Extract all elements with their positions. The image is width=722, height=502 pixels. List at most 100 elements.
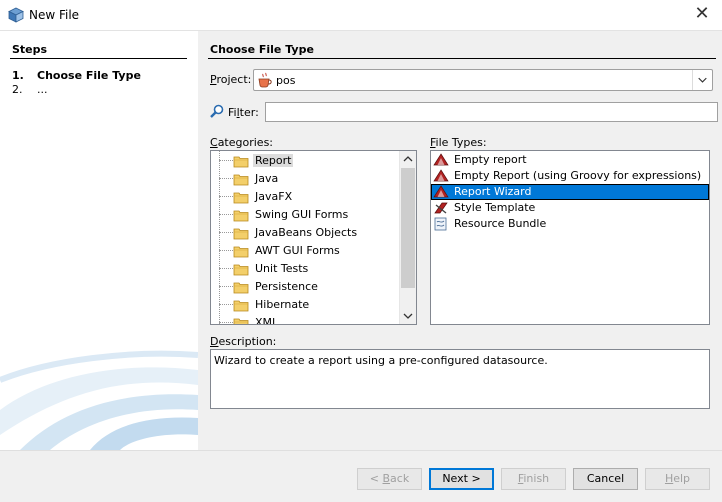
tree-connector	[219, 286, 233, 287]
folder-icon	[233, 315, 249, 324]
steps-divider	[10, 58, 187, 59]
category-item[interactable]: AWT GUI Forms	[211, 242, 401, 260]
java-cup-icon	[258, 72, 272, 88]
finish-button[interactable]: Finish	[501, 468, 566, 490]
project-dropdown[interactable]: pos	[253, 69, 713, 91]
chevron-down-icon	[403, 313, 413, 319]
scroll-thumb[interactable]	[401, 168, 415, 288]
description-label: Description:	[210, 335, 276, 348]
tree-connector	[219, 214, 233, 215]
style-template-icon	[433, 201, 449, 215]
file-type-label: Empty Report (using Groovy for expressio…	[454, 169, 702, 182]
category-item[interactable]: Persistence	[211, 278, 401, 296]
file-type-label: Style Template	[454, 201, 536, 214]
finish-button-rest: inish	[523, 472, 550, 485]
file-types-label-rest: ile Types:	[435, 136, 487, 149]
filter-input[interactable]	[265, 102, 718, 122]
category-label: Java	[255, 172, 279, 185]
report-icon	[433, 153, 449, 167]
step-number: 2.	[12, 83, 23, 96]
back-button-prefix: <	[369, 472, 383, 485]
main-divider	[208, 58, 716, 59]
netbeans-cube-icon	[8, 7, 24, 23]
categories-scrollbar[interactable]	[399, 151, 416, 324]
page-title: Choose File Type	[210, 43, 314, 56]
step-number: 1.	[12, 69, 24, 82]
filter-label-prefix: Fi	[228, 106, 237, 119]
file-types-list[interactable]: Empty report Empty Report (using Groovy f…	[430, 150, 710, 325]
category-item[interactable]: Report	[211, 152, 401, 170]
chevron-up-icon	[403, 156, 413, 162]
category-item[interactable]: Hibernate	[211, 296, 401, 314]
steps-header: Steps	[12, 43, 48, 56]
folder-icon	[233, 261, 249, 277]
category-label: JavaBeans Objects	[255, 226, 358, 239]
step-item-2: 2....	[12, 83, 48, 96]
category-label: Unit Tests	[255, 262, 309, 275]
project-label-rest: roject:	[216, 73, 252, 86]
file-type-label: Empty report	[454, 153, 527, 166]
category-item[interactable]: JavaFX	[211, 188, 401, 206]
file-type-item[interactable]: Empty report	[431, 152, 709, 168]
cancel-button[interactable]: Cancel	[573, 468, 638, 490]
tree-connector	[219, 196, 233, 197]
step-label: Choose File Type	[37, 69, 141, 82]
file-type-item[interactable]: Style Template	[431, 200, 709, 216]
button-bar: < Back Next > Finish Cancel Help	[0, 450, 722, 502]
folder-icon	[233, 297, 249, 313]
category-item[interactable]: XML	[211, 314, 401, 325]
filter-label: Filter:	[228, 106, 259, 119]
categories-label-mnemonic: C	[210, 136, 218, 149]
steps-panel: Steps 1. Choose File Type 2....	[0, 31, 198, 450]
tree-connector	[219, 250, 233, 251]
help-button[interactable]: Help	[645, 468, 710, 490]
step-item-1: 1. Choose File Type	[12, 69, 141, 82]
close-button[interactable]: ✕	[682, 0, 722, 30]
scroll-up-button[interactable]	[400, 151, 416, 168]
main-panel: Choose File Type Project: pos Filter: Ca…	[198, 31, 722, 450]
magnifier-icon	[210, 104, 224, 118]
category-item[interactable]: JavaBeans Objects	[211, 224, 401, 242]
step-label: ...	[37, 83, 48, 96]
file-type-item[interactable]: Empty Report (using Groovy for expressio…	[431, 168, 709, 184]
category-label: XML	[255, 316, 279, 325]
category-item[interactable]: Java	[211, 170, 401, 188]
file-type-item[interactable]: Resource Bundle	[431, 216, 709, 232]
close-icon: ✕	[694, 3, 710, 24]
tree-connector	[219, 160, 233, 161]
categories-label-rest: ategories:	[217, 136, 274, 149]
back-button-rest: ack	[390, 472, 410, 485]
category-label: Hibernate	[255, 298, 310, 311]
categories-tree[interactable]: Report Java JavaFX Swing GUI Forms JavaBeans…	[210, 150, 417, 325]
decorative-swoosh-graphic	[0, 350, 198, 450]
folder-icon	[233, 243, 249, 259]
categories-label: Categories:	[210, 136, 273, 149]
category-label: JavaFX	[255, 190, 293, 203]
back-button[interactable]: < Back	[357, 468, 422, 490]
category-item[interactable]: Swing GUI Forms	[211, 206, 401, 224]
chevron-down-icon[interactable]	[692, 70, 712, 90]
folder-icon	[233, 279, 249, 295]
tree-connector	[219, 232, 233, 233]
file-types-label: File Types:	[430, 136, 487, 149]
description-label-rest: escription:	[218, 335, 277, 348]
help-button-rest: elp	[673, 472, 691, 485]
folder-icon	[233, 207, 249, 223]
help-button-mnemonic: H	[664, 472, 674, 485]
window-title: New File	[29, 8, 80, 22]
folder-icon	[233, 153, 249, 169]
next-button[interactable]: Next >	[429, 468, 494, 490]
folder-icon	[233, 225, 249, 241]
description-text: Wizard to create a report using a pre-co…	[210, 349, 710, 409]
scroll-down-button[interactable]	[400, 307, 416, 324]
project-value: pos	[276, 74, 296, 87]
folder-icon	[233, 171, 249, 187]
category-item[interactable]: Unit Tests	[211, 260, 401, 278]
back-button-mnemonic: B	[382, 472, 391, 485]
file-type-label: Resource Bundle	[454, 217, 547, 230]
file-type-item[interactable]: Report Wizard	[431, 184, 709, 200]
project-label: Project:	[210, 73, 251, 86]
file-type-label: Report Wizard	[454, 185, 532, 198]
tree-connector	[219, 178, 233, 179]
category-label: AWT GUI Forms	[255, 244, 340, 257]
